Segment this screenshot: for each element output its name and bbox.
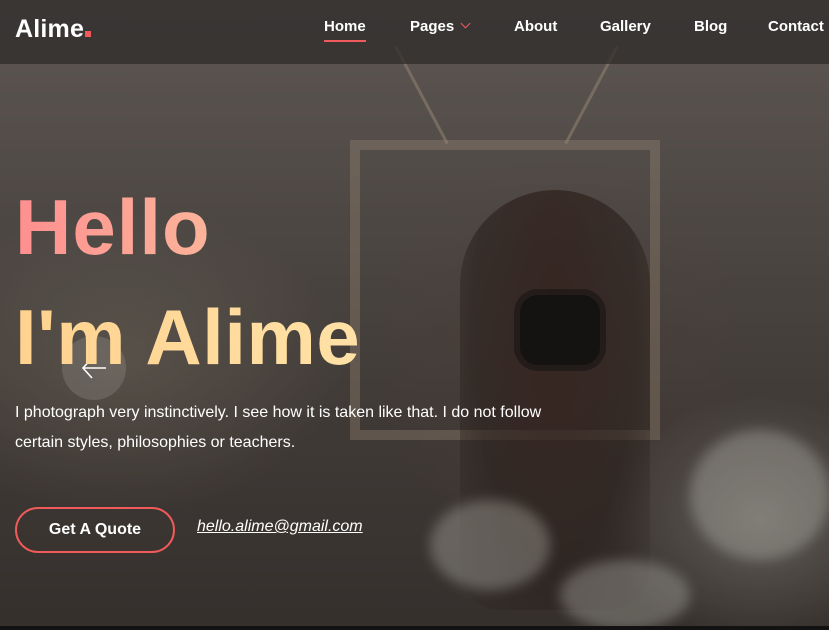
nav-pages-label: Pages: [410, 18, 455, 35]
nav-pages[interactable]: Pages: [410, 18, 471, 35]
hero-description-line: I photograph very instinctively. I see h…: [15, 404, 542, 421]
email-link[interactable]: hello.alime@gmail.com: [197, 518, 363, 536]
nav-blog[interactable]: Blog: [694, 18, 727, 35]
top-navbar: Alime Home Pages About Gallery Blog Cont…: [0, 0, 829, 64]
hero-name: I'm Alime: [15, 293, 361, 381]
logo-text: Alime: [15, 15, 85, 43]
logo-dot: [85, 31, 92, 37]
hero-description: I photograph very instinctively. I see h…: [15, 398, 635, 458]
hero-greeting: Hello: [15, 183, 211, 271]
hero-section: Alime Home Pages About Gallery Blog Cont…: [0, 0, 829, 630]
nav-about-label: About: [514, 18, 558, 35]
bottom-edge: [0, 626, 829, 630]
nav-home[interactable]: Home: [324, 18, 366, 42]
nav-contact-label: Contact: [768, 18, 824, 35]
nav-home-label: Home: [324, 18, 366, 35]
nav-gallery-label: Gallery: [600, 18, 651, 35]
nav-about[interactable]: About: [514, 18, 557, 35]
hero-description-line: certain styles, philosophies or teachers…: [15, 434, 296, 451]
nav-blog-label: Blog: [694, 18, 728, 35]
get-a-quote-label: Get A Quote: [48, 521, 142, 538]
get-a-quote-button[interactable]: Get A Quote: [15, 507, 175, 553]
nav-gallery[interactable]: Gallery: [600, 18, 651, 35]
nav-contact[interactable]: Contact: [768, 18, 824, 35]
chevron-down-icon: [460, 18, 471, 29]
site-logo[interactable]: Alime: [15, 15, 92, 44]
